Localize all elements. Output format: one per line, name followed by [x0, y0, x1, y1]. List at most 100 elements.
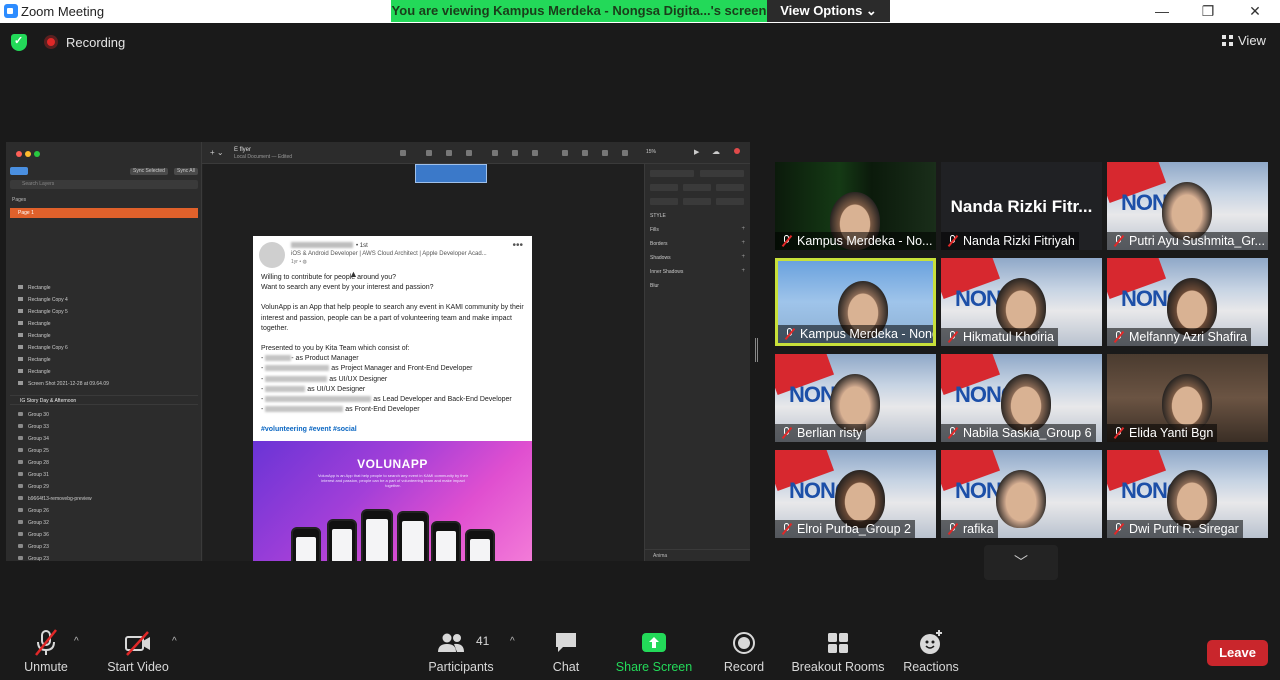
- linkedin-post: • 1st iOS & Android Developer | AWS Clou…: [253, 236, 532, 561]
- participant-name: Kampus Merdeka - No...: [775, 232, 936, 250]
- inspector-panel: STYLE Fills Borders Shadows Inner Shadow…: [644, 164, 750, 561]
- layers-panel: Sync Selected Sync All Search Layers Pag…: [6, 142, 202, 561]
- post-author: • 1st: [291, 242, 368, 249]
- participant-tile[interactable]: NONGSAPutri Ayu Sushmita_Gr...: [1107, 162, 1268, 250]
- participant-name-text: Elroi Purba_Group 2: [797, 522, 911, 536]
- gallery-next-page-button[interactable]: ﹀: [984, 545, 1058, 580]
- muted-mic-icon: [781, 426, 793, 440]
- participant-tile[interactable]: Kampus Merdeka - No...: [775, 162, 936, 250]
- participant-name: Melfanny Azri Shafira: [1107, 328, 1252, 346]
- pages-label: Pages: [12, 197, 27, 203]
- muted-mic-icon: [1113, 330, 1125, 344]
- participants-button[interactable]: 41 Participants: [424, 628, 498, 674]
- add-shadow-icon: +: [741, 254, 745, 260]
- video-options-caret[interactable]: ^: [172, 636, 177, 647]
- participant-face: [996, 470, 1046, 528]
- muted-mic-icon: [14, 628, 78, 658]
- share-screen-label: Share Screen: [615, 660, 693, 674]
- inspector-inner-shadows: Inner Shadows: [650, 269, 684, 275]
- layer-item: Rectangle: [18, 331, 51, 341]
- muted-mic-icon: [947, 426, 959, 440]
- tool-icon: [602, 150, 608, 156]
- view-options-button[interactable]: View Options ⌄: [767, 0, 890, 22]
- participant-tile[interactable]: NONGSA Nabila Saskia_Group 6: [941, 354, 1102, 442]
- view-button[interactable]: View: [1222, 33, 1266, 48]
- phone-mockup: [327, 519, 357, 561]
- phone-mockup: [431, 521, 461, 561]
- group-item: Group 28: [18, 458, 49, 468]
- notification-icon: [734, 148, 740, 154]
- post-hashtags: #volunteering #event #social: [261, 426, 357, 434]
- sync-selected-button: Sync Selected: [130, 168, 168, 175]
- participant-tile[interactable]: NONGSABerlian risty: [775, 354, 936, 442]
- document-title: E flyer: [234, 147, 252, 153]
- participant-name: Hikmatul Khoiria: [941, 328, 1059, 346]
- design-canvas: • 1st iOS & Android Developer | AWS Clou…: [203, 164, 644, 561]
- participant-tile[interactable]: NONGSA Melfanny Azri Shafira: [1107, 258, 1268, 346]
- security-shield-icon[interactable]: [11, 34, 27, 51]
- muted-mic-icon: [781, 522, 793, 536]
- cursor-icon: ▲: [349, 269, 358, 279]
- breakout-rooms-button[interactable]: Breakout Rooms: [789, 628, 887, 674]
- zoom-app-icon: [4, 4, 18, 18]
- participant-tile[interactable]: Kampus Merdeka - Nong...: [775, 258, 936, 346]
- group-item: Group 32: [18, 518, 49, 528]
- group-item: b9664f13-removebg-preview: [18, 494, 92, 504]
- tool-icon: [622, 150, 628, 156]
- participant-name: Nabila Saskia_Group 6: [941, 424, 1096, 442]
- participant-name: Kampus Merdeka - Nong...: [778, 325, 933, 343]
- participant-name-text: Nanda Rizki Fitriyah: [963, 234, 1075, 248]
- muted-mic-icon: [781, 234, 793, 248]
- inspector-blur: Blur: [650, 283, 659, 289]
- add-fill-icon: +: [741, 226, 745, 232]
- share-banner: You are viewing Kampus Merdeka - Nongsa …: [391, 0, 767, 22]
- audio-options-caret[interactable]: ^: [74, 636, 79, 647]
- insert-icon: + ⌄: [210, 148, 224, 157]
- participant-tile[interactable]: Elida Yanti Bgn: [1107, 354, 1268, 442]
- leave-button[interactable]: Leave: [1207, 640, 1268, 666]
- inspector-borders: Borders: [650, 241, 668, 247]
- cloud-icon: ☁: [712, 147, 720, 156]
- group-item: Group 34: [18, 434, 49, 444]
- group-item: Group 30: [18, 410, 49, 420]
- record-button[interactable]: Record: [720, 628, 768, 674]
- unmute-label: Unmute: [24, 660, 68, 674]
- tool-icon: [582, 150, 588, 156]
- participant-tile[interactable]: Nanda Rizki Fitr... Nanda Rizki Fitriyah: [941, 162, 1102, 250]
- participant-tile[interactable]: NONGSA Elroi Purba_Group 2: [775, 450, 936, 538]
- unmute-button[interactable]: Unmute: [14, 628, 78, 674]
- phone-mockup: [291, 527, 321, 561]
- participant-tile[interactable]: NONGSA Dwi Putri R. Siregar: [1107, 450, 1268, 538]
- participant-tile[interactable]: NONGSArafika: [941, 450, 1102, 538]
- zoom-level: 15%: [646, 149, 657, 155]
- zoom-dot-icon: [34, 151, 40, 157]
- participants-count: 41: [476, 634, 490, 648]
- chat-button[interactable]: Chat: [545, 628, 587, 674]
- participant-tile[interactable]: NONGSAHikmatul Khoiria: [941, 258, 1102, 346]
- tool-icon: [426, 150, 432, 156]
- inspector-field: [650, 170, 694, 177]
- post-body: Willing to contribute for people around …: [261, 273, 531, 436]
- banner-title: VOLUNAPP: [357, 457, 428, 471]
- reactions-button[interactable]: Reactions: [902, 628, 960, 674]
- start-video-button[interactable]: Start Video: [104, 628, 172, 674]
- chat-icon: [545, 628, 587, 658]
- splitter-handle[interactable]: [755, 338, 758, 362]
- page-item: Page 1: [10, 208, 198, 218]
- inspector-field: [683, 184, 711, 191]
- participant-name-text: Elida Yanti Bgn: [1129, 426, 1214, 440]
- plugin-bar: Anima: [645, 549, 750, 561]
- layer-item: Rectangle: [18, 367, 51, 377]
- post-time: 1yr • ◍: [291, 259, 307, 265]
- participant-name-text: Nabila Saskia_Group 6: [963, 426, 1092, 440]
- close-button[interactable]: ✕: [1240, 2, 1270, 20]
- participants-options-caret[interactable]: ^: [510, 636, 515, 647]
- share-screen-button[interactable]: Share Screen: [614, 628, 694, 674]
- layer-search: Search Layers: [10, 180, 198, 189]
- muted-mic-icon: [784, 327, 796, 341]
- participant-name-text: Berlian risty: [797, 426, 863, 440]
- reactions-label: Reactions: [903, 660, 959, 674]
- restore-button[interactable]: ❐: [1193, 2, 1223, 20]
- minimize-dot-icon: [25, 151, 31, 157]
- minimize-button[interactable]: —: [1147, 2, 1177, 20]
